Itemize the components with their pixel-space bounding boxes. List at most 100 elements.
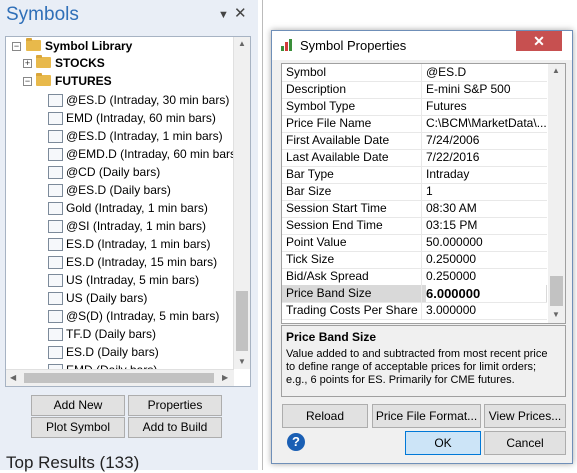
add-to-build-button[interactable]: Add to Build [128, 417, 222, 438]
property-value[interactable]: 0.250000 [426, 252, 546, 266]
ok-button[interactable]: OK [405, 431, 481, 455]
property-row[interactable]: Tick Size 0.250000 [282, 251, 547, 269]
tree-node-stocks[interactable]: + STOCKS [6, 54, 234, 72]
symbol-item[interactable]: Gold (Intraday, 1 min bars) [6, 199, 234, 217]
tree-vertical-scrollbar[interactable]: ▲ ▼ [233, 37, 250, 369]
property-value[interactable]: Futures [426, 99, 546, 113]
symbol-properties-dialog: Symbol Properties ✕ Symbol @ES.D Descrip… [271, 30, 573, 464]
tree-vertical-thumb[interactable] [236, 291, 248, 351]
price-file-format-button[interactable]: Price File Format... [372, 404, 481, 428]
view-prices-button[interactable]: View Prices... [484, 404, 566, 428]
chart-icon [48, 220, 63, 233]
symbol-item[interactable]: US (Daily bars) [6, 289, 234, 307]
symbol-item-label: Gold (Intraday, 1 min bars) [66, 201, 208, 215]
scroll-up-icon[interactable]: ▲ [238, 39, 246, 48]
property-value[interactable]: 3.000000 [426, 303, 546, 317]
collapse-icon[interactable]: − [23, 77, 32, 86]
symbol-item-label: TF.D (Daily bars) [66, 327, 157, 341]
property-value[interactable]: 7/24/2006 [426, 133, 546, 147]
property-row[interactable]: Point Value 50.000000 [282, 234, 547, 252]
property-value[interactable]: E-mini S&P 500 [426, 82, 546, 96]
symbol-item[interactable]: @S(D) (Intraday, 5 min bars) [6, 307, 234, 325]
symbol-item[interactable]: @ES.D (Intraday, 30 min bars) [6, 91, 234, 109]
plot-symbol-button[interactable]: Plot Symbol [31, 417, 125, 438]
top-results-heading: Top Results (133) [6, 453, 140, 472]
pane-dropdown-icon[interactable]: ▼ [218, 9, 229, 21]
chart-icon [48, 256, 63, 269]
dialog-titlebar[interactable]: Symbol Properties ✕ [272, 31, 572, 60]
cancel-button[interactable]: Cancel [484, 431, 566, 455]
folder-icon [26, 38, 41, 51]
property-row[interactable]: Bar Type Intraday [282, 166, 547, 184]
tree-horizontal-scrollbar[interactable]: ◀ ▶ [6, 369, 234, 386]
reload-button[interactable]: Reload [282, 404, 368, 428]
expand-icon[interactable]: + [23, 59, 32, 68]
symbol-item-label: @ES.D (Intraday, 30 min bars) [66, 93, 230, 107]
symbol-library-tree[interactable]: − Symbol Library + STOCKS − FUTURES @ES.… [5, 36, 251, 387]
symbol-item-label: @EMD.D (Intraday, 60 min bars) [66, 147, 241, 161]
symbol-item[interactable]: @ES.D (Daily bars) [6, 181, 234, 199]
scroll-down-icon[interactable]: ▼ [552, 310, 560, 319]
property-row[interactable]: Bid/Ask Spread 0.250000 [282, 268, 547, 286]
symbol-item[interactable]: ES.D (Intraday, 1 min bars) [6, 235, 234, 253]
collapse-icon[interactable]: − [12, 42, 21, 51]
tree-node-symbol-library[interactable]: − Symbol Library [6, 37, 234, 55]
symbol-item-label: ES.D (Intraday, 15 min bars) [66, 255, 218, 269]
scroll-left-icon[interactable]: ◀ [10, 373, 16, 382]
property-row[interactable]: Bar Size 1 [282, 183, 547, 201]
help-icon[interactable]: ? [287, 433, 305, 451]
scroll-up-icon[interactable]: ▲ [552, 66, 560, 75]
symbol-item[interactable]: ES.D (Intraday, 15 min bars) [6, 253, 234, 271]
pane-close-icon[interactable]: ✕ [234, 4, 247, 22]
description-title: Price Band Size [286, 330, 377, 344]
column-divider [421, 183, 422, 200]
symbol-item[interactable]: TF.D (Daily bars) [6, 325, 234, 343]
property-name: Tick Size [286, 252, 335, 266]
property-name: Price File Name [286, 116, 372, 130]
property-value[interactable]: @ES.D [426, 65, 546, 79]
properties-button[interactable]: Properties [128, 395, 222, 416]
column-divider [421, 166, 422, 183]
add-new-symbol-button[interactable]: Add New Symbol [31, 395, 125, 431]
property-value[interactable]: 0.250000 [426, 269, 546, 283]
property-row[interactable]: Session Start Time 08:30 AM [282, 200, 547, 218]
property-row[interactable]: Session End Time 03:15 PM [282, 217, 547, 235]
symbol-item[interactable]: US (Intraday, 5 min bars) [6, 271, 234, 289]
property-value[interactable]: 50.000000 [426, 235, 546, 249]
property-value[interactable]: 7/22/2016 [426, 150, 546, 164]
close-button[interactable]: ✕ [516, 31, 562, 51]
property-row[interactable]: Symbol @ES.D [282, 64, 547, 82]
property-grid-thumb[interactable] [550, 276, 563, 306]
property-row[interactable]: Last Available Date 7/22/2016 [282, 149, 547, 167]
symbol-item-label: US (Daily bars) [66, 291, 148, 305]
symbol-item[interactable]: EMD (Intraday, 60 min bars) [6, 109, 234, 127]
symbol-item-label: @SI (Intraday, 1 min bars) [66, 219, 207, 233]
property-row[interactable]: Trading Costs Per Share 3.000000 [282, 302, 547, 320]
symbol-item[interactable]: @ES.D (Intraday, 1 min bars) [6, 127, 234, 145]
property-grid-scrollbar[interactable]: ▲ ▼ [548, 64, 565, 323]
property-row[interactable]: Description E-mini S&P 500 [282, 81, 547, 99]
symbol-item[interactable]: @SI (Intraday, 1 min bars) [6, 217, 234, 235]
property-row-selected[interactable]: Price Band Size 6.000000 [282, 285, 547, 303]
tree-node-futures[interactable]: − FUTURES [6, 72, 234, 90]
property-row[interactable]: Price File Name C:\BCM\MarketData\... [282, 115, 547, 133]
scroll-right-icon[interactable]: ▶ [222, 373, 228, 382]
property-value[interactable]: C:\BCM\MarketData\... [426, 116, 546, 130]
tree-horizontal-thumb[interactable] [24, 373, 214, 383]
symbol-item-label: EMD (Intraday, 60 min bars) [66, 111, 216, 125]
tree-node-label: FUTURES [55, 74, 112, 88]
symbol-item[interactable]: @EMD.D (Intraday, 60 min bars) [6, 145, 240, 163]
symbol-item[interactable]: ES.D (Daily bars) [6, 343, 234, 361]
property-value[interactable]: 6.000000 [426, 285, 546, 302]
property-row[interactable]: Symbol Type Futures [282, 98, 547, 116]
property-grid[interactable]: Symbol @ES.D Description E-mini S&P 500 … [281, 63, 566, 324]
property-name: Session End Time [286, 218, 383, 232]
property-value[interactable]: Intraday [426, 167, 546, 181]
property-value[interactable]: 03:15 PM [426, 218, 546, 232]
scroll-down-icon[interactable]: ▼ [238, 357, 246, 366]
property-name: Description [286, 82, 347, 96]
property-row[interactable]: First Available Date 7/24/2006 [282, 132, 547, 150]
property-value[interactable]: 08:30 AM [426, 201, 546, 215]
symbol-item[interactable]: @CD (Daily bars) [6, 163, 234, 181]
property-value[interactable]: 1 [426, 184, 546, 198]
